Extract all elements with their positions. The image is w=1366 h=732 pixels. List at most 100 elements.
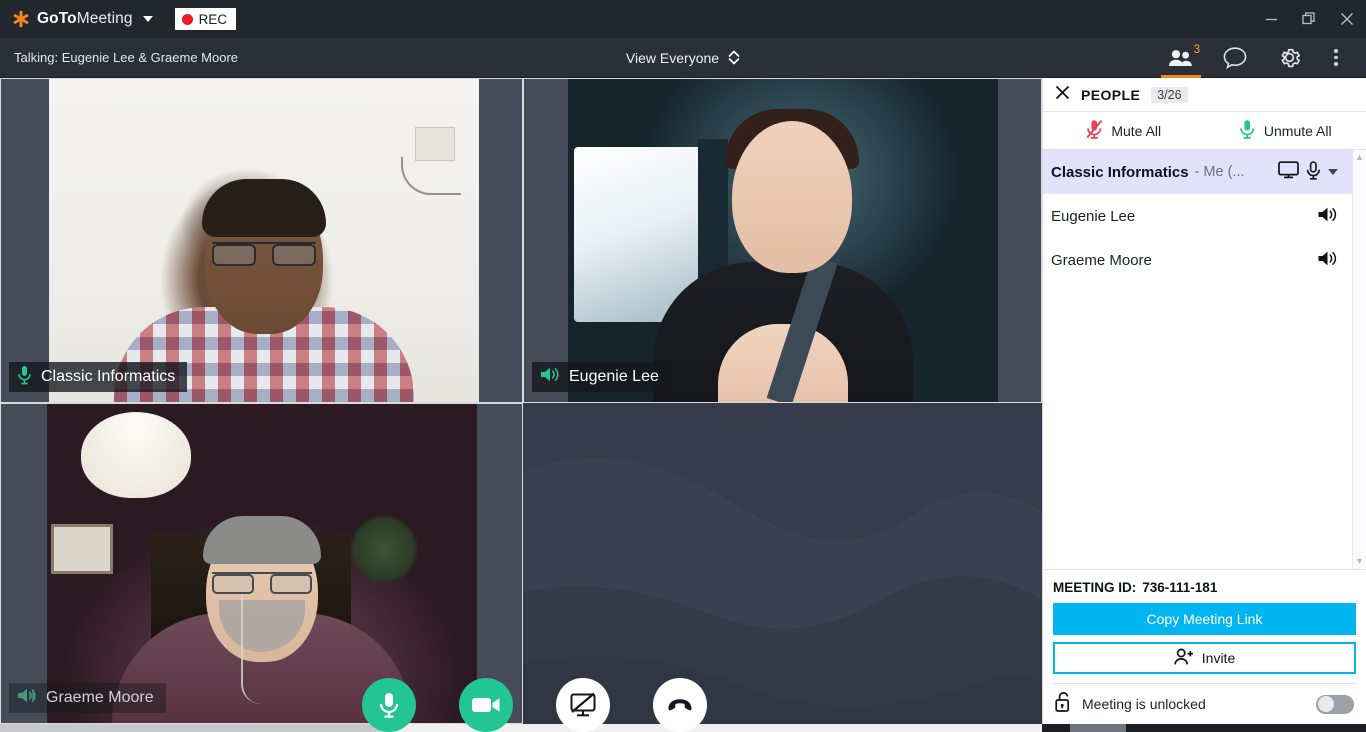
talking-status: Talking: Eugenie Lee & Graeme Moore: [14, 50, 239, 65]
brand-title: GoToMeeting: [37, 10, 133, 28]
speaker-icon[interactable]: [1317, 250, 1338, 271]
toggle-knob: [1317, 696, 1334, 712]
tile-name-chip: Graeme Moore: [9, 683, 166, 713]
invite-button[interactable]: Invite: [1053, 642, 1356, 674]
participant-icons: [1317, 250, 1338, 271]
people-panel-header: PEOPLE 3/26: [1043, 78, 1366, 112]
participant-list-scroll: Classic Informatics - Me (... Eugenie Le…: [1043, 150, 1352, 569]
brand-bold: GoTo: [37, 10, 77, 27]
panel-horizontal-scrollbar[interactable]: [1042, 724, 1366, 732]
meeting-id-label: MEETING ID:: [1053, 580, 1137, 595]
chevron-up-icon[interactable]: ▲: [1355, 153, 1364, 162]
speaker-icon[interactable]: [1317, 206, 1338, 227]
settings-button[interactable]: [1262, 38, 1316, 78]
empty-stage-area: [523, 403, 1042, 724]
leave-button-circle: [653, 678, 707, 732]
microphone-icon: [17, 365, 32, 390]
mic-button-circle: [362, 678, 416, 732]
mic-button[interactable]: Mic: [358, 678, 420, 732]
participant-icons: [1317, 206, 1338, 227]
record-dot-icon: [181, 13, 193, 25]
speaker-icon: [540, 366, 560, 388]
window-controls: [1252, 0, 1366, 38]
gotomeeting-window: GoToMeeting REC Talking: Eugenie Lee & G…: [0, 0, 1366, 732]
monitor-icon[interactable]: [1278, 161, 1299, 183]
video-image: [49, 79, 479, 402]
camera-button-circle: [459, 678, 513, 732]
meeting-toolbar: Talking: Eugenie Lee & Graeme Moore View…: [0, 38, 1366, 78]
view-mode-label: View Everyone: [625, 49, 720, 66]
minimize-button[interactable]: [1252, 0, 1290, 38]
chevron-down-icon[interactable]: [1328, 169, 1338, 175]
people-panel: PEOPLE 3/26 Mute All Unmute All Classic …: [1042, 78, 1366, 724]
copy-meeting-link-button[interactable]: Copy Meeting Link: [1053, 603, 1356, 635]
leave-button[interactable]: Leave: [649, 678, 711, 732]
meeting-info-footer: MEETING ID: 736-111-181 Copy Meeting Link…: [1043, 569, 1366, 724]
participant-list-scrollbar[interactable]: ▲ ▼: [1352, 150, 1366, 569]
video-tile-graeme-moore[interactable]: Graeme Moore: [0, 403, 523, 724]
toolbar-actions: 3: [1154, 38, 1366, 78]
scrollbar-thumb[interactable]: [1070, 724, 1126, 732]
gotomeeting-logo-icon: [12, 10, 30, 28]
participant-list: Classic Informatics - Me (... Eugenie Le…: [1043, 150, 1366, 569]
scene-object: [415, 127, 455, 161]
scene-object: [349, 514, 419, 584]
brand-menu-button[interactable]: GoToMeeting: [0, 0, 153, 38]
mute-all-button[interactable]: Mute All: [1043, 112, 1205, 149]
chevron-down-icon[interactable]: ▼: [1355, 557, 1364, 566]
tile-name-label: Classic Informatics: [41, 368, 176, 385]
speaker-icon: [17, 687, 37, 709]
rec-label: REC: [198, 11, 228, 27]
unmute-all-label: Unmute All: [1263, 122, 1332, 139]
people-panel-title: PEOPLE: [1081, 86, 1141, 103]
video-image: [568, 79, 998, 402]
microphone-muted-icon: [1086, 119, 1103, 142]
invite-label: Invite: [1201, 650, 1236, 666]
brand-light: Meeting: [76, 10, 133, 27]
chat-button[interactable]: [1208, 38, 1262, 78]
video-tile-eugenie-lee[interactable]: Eugenie Lee: [523, 78, 1042, 403]
tile-name-chip: Classic Informatics: [9, 362, 188, 392]
view-mode-selector[interactable]: View Everyone: [626, 50, 740, 66]
recording-badge[interactable]: REC: [174, 8, 237, 30]
participant-name: Graeme Moore: [1051, 251, 1152, 269]
tile-name-chip: Eugenie Lee: [532, 362, 671, 392]
video-feed: [1, 79, 522, 402]
screen-button-circle: [556, 678, 610, 732]
kebab-menu-icon: [1334, 49, 1338, 66]
camera-button[interactable]: Camera: [455, 678, 517, 732]
mute-all-label: Mute All: [1111, 122, 1162, 139]
scene-object: [203, 516, 321, 564]
scene-object: [212, 572, 312, 594]
microphone-icon: [1239, 119, 1256, 142]
unmute-all-button[interactable]: Unmute All: [1205, 112, 1366, 149]
screen-share-button[interactable]: Screen: [552, 678, 614, 732]
scene-object: [212, 242, 316, 266]
scene-object: [401, 157, 461, 195]
participant-row[interactable]: Eugenie Lee: [1043, 194, 1352, 238]
unlock-icon: [1055, 691, 1072, 717]
microphone-icon[interactable]: [1306, 160, 1321, 184]
people-tab-button[interactable]: 3: [1154, 38, 1208, 78]
scene-object: [51, 524, 113, 574]
meeting-lock-toggle[interactable]: [1316, 694, 1354, 714]
restore-button[interactable]: [1290, 0, 1328, 38]
more-options-button[interactable]: [1316, 38, 1356, 78]
title-bar: GoToMeeting REC: [0, 0, 1366, 38]
chevron-down-icon: [142, 16, 153, 22]
video-feed: [524, 79, 1041, 402]
meeting-lock-row: Meeting is unlocked: [1053, 683, 1356, 724]
video-tile-classic-informatics[interactable]: Classic Informatics: [0, 78, 523, 403]
close-button[interactable]: [1328, 0, 1366, 38]
scrollbar-thumb[interactable]: [0, 724, 390, 732]
video-stage: Classic Informatics Eugenie Lee Graeme M…: [0, 78, 1042, 732]
participant-icons: [1278, 160, 1338, 184]
participant-row-me[interactable]: Classic Informatics - Me (...: [1043, 150, 1352, 194]
meeting-lock-label: Meeting is unlocked: [1082, 696, 1206, 712]
scene-object: [202, 179, 326, 237]
close-panel-button[interactable]: [1055, 85, 1070, 105]
participant-row[interactable]: Graeme Moore: [1043, 238, 1352, 282]
up-down-chevron-icon: [728, 50, 740, 65]
tile-name-label: Graeme Moore: [46, 689, 154, 706]
people-count-badge: 3: [1193, 43, 1200, 56]
